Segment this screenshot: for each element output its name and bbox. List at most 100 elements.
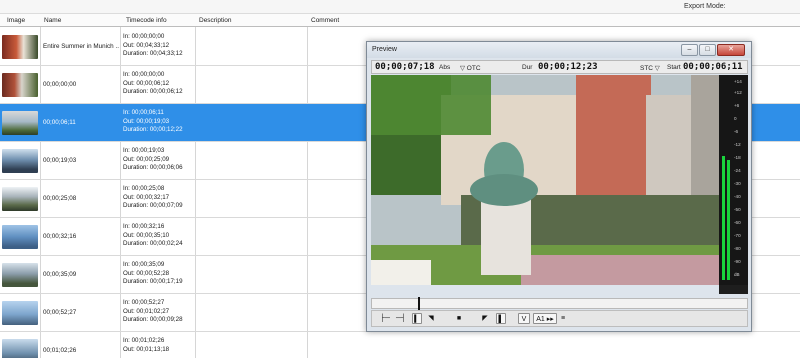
clip-thumbnail [2,149,38,173]
playhead[interactable] [418,297,420,310]
preview-controls: ├─ ─┤ ▍ ◥ ■ ◤ ▌ V A1 ▸▸ ≡ [371,310,748,327]
timecode-duration: Duration: 00;00;12;22 [123,126,183,134]
timecode-info: In: 00;00;32;16 Out: 00;00;35;10 Duratio… [123,223,183,249]
stop-icon[interactable]: ■ [454,313,464,324]
meter-channel-right [727,160,730,280]
table-header: Image Name Timecode info Description Com… [0,14,800,27]
set-in-point-icon[interactable]: ├─ [378,313,392,324]
column-header-comment[interactable]: Comment [311,17,339,24]
column-header-timecode[interactable]: Timecode info [126,17,167,24]
mark-in-small-icon[interactable]: ◥ [426,313,436,324]
clip-name: 00;00;25;08 [43,195,77,202]
timecode-out: Out: 00;00;32;17 [123,193,170,201]
set-out-point-icon[interactable]: ─┤ [394,313,408,324]
start-timecode: 00;00;06;11 [683,62,743,72]
column-header-image[interactable]: Image [7,17,25,24]
mark-out-small-icon[interactable]: ◤ [480,313,490,324]
clip-name: 00;00;52;27 [43,309,77,316]
preview-timeline[interactable] [371,297,748,310]
current-timecode: 00;00;07;18 [375,62,435,72]
clip-name: 00;00;35;09 [43,271,77,278]
timecode-out: Out: 00;01;13;18 [123,345,170,353]
timecode-in: In: 00;00;19;03 [123,147,165,154]
clip-thumbnail [2,187,38,211]
clip-thumbnail [2,301,38,325]
timecode-out: Out: 00;00;25;09 [123,155,170,163]
clip-thumbnail [2,225,38,249]
timecode-bar: 00;00;07;18 Abs ▽ OTC Dur 00;00;12;23 ST… [371,60,748,74]
clip-name: 00;00;32;16 [43,233,77,240]
clip-thumbnail [2,111,38,135]
meter-footer [719,285,748,294]
meter-label: -60 [734,220,741,225]
timecode-info: In: 00;00;25;08 Out: 00;00;32;17 Duratio… [123,185,183,211]
clip-name: 00;01;02;26 [43,347,77,354]
table-row[interactable]: 00;01;02;26 In: 00;01;02;26 Out: 00;01;1… [0,332,800,358]
timecode-duration: Duration: 00;00;09;28 [123,316,183,324]
audio-level-meter: +14 +12 +6 0 -6 -12 -18 -24 -30 -40 -50 … [719,75,748,285]
timecode-out: Out: 00;04;33;12 [123,41,170,49]
meter-label: dB [734,272,740,277]
preview-title: Preview [372,46,397,53]
close-button[interactable]: ✕ [717,44,745,56]
timecode-in: In: 00;00;06;11 [123,109,164,116]
meter-label: -12 [734,142,741,147]
preview-titlebar[interactable]: Preview – □ ✕ [367,42,751,58]
meter-label: -70 [734,233,741,238]
clip-thumbnail [2,339,38,358]
timecode-duration: Duration: 00;00;02;24 [123,240,183,248]
start-label: Start [667,64,681,71]
timecode-duration: Duration: 00;00;06;06 [123,164,183,172]
meter-label: +6 [734,103,740,108]
meter-label: +14 [734,79,742,84]
maximize-button[interactable]: □ [699,44,716,56]
clip-thumbnail [2,73,38,97]
timecode-info: In: 00;00;19;03 Out: 00;00;25;09 Duratio… [123,147,183,173]
timecode-in: In: 00;01;02;26 [123,337,165,344]
timecode-info: In: 00;00;52;27 Out: 00;01;02;27 Duratio… [123,299,183,325]
video-frame [371,75,719,285]
mark-out-icon[interactable]: ▌ [496,313,506,324]
meter-label: 0 [734,116,737,121]
meter-label: +12 [734,90,742,95]
timecode-info: In: 00;01;02;26 Out: 00;01;13;18 [123,337,169,354]
column-header-description[interactable]: Description [199,17,232,24]
clip-name: Entire Summer in Munich ... [43,43,119,50]
meter-label: -18 [734,155,741,160]
meter-label: -90 [734,259,741,264]
timecode-in: In: 00;00;52;27 [123,299,165,306]
meter-label: -50 [734,207,741,212]
timecode-duration: Duration: 00;00;07;09 [123,202,183,210]
abs-label: Abs [439,64,451,71]
column-header-name[interactable]: Name [44,17,61,24]
export-mode-label: Export Mode: [684,3,726,10]
clip-thumbnail [2,263,38,287]
minimize-button[interactable]: – [681,44,698,56]
video-track-toggle[interactable]: V [518,313,530,324]
timecode-info: In: 00;00;00;00 Out: 00;04;33;12 Duratio… [123,33,183,59]
duration-timecode: 00;00;12;23 [538,62,598,72]
timecode-info: In: 00;00;06;11 Out: 00;00;19;03 Duratio… [123,109,183,135]
mark-in-icon[interactable]: ▍ [412,313,422,324]
meter-label: -30 [734,181,741,186]
timecode-out: Out: 00;00;19;03 [123,117,170,125]
timecode-info: In: 00;00;35;09 Out: 00;00;52;28 Duratio… [123,261,183,287]
menu-icon[interactable]: ≡ [559,313,567,324]
timecode-out: Out: 00;01;02;27 [123,307,170,315]
meter-label: -6 [734,129,739,134]
clip-name: 00;00;00;00 [43,81,77,88]
timecode-in: In: 00;00;32;16 [123,223,165,230]
stc-dropdown[interactable]: STC ▽ [640,64,660,72]
timecode-in: In: 00;00;00;00 [123,71,165,78]
audio-track-toggle[interactable]: A1 ▸▸ [533,313,557,324]
timecode-out: Out: 00;00;35;10 [123,231,170,239]
otc-dropdown[interactable]: ▽ OTC [460,64,481,72]
timecode-in: In: 00;00;35;09 [123,261,165,268]
timecode-out: Out: 00;00;06;12 [123,79,170,87]
video-scene-image [371,75,719,285]
timecode-duration: Duration: 00;04;33;12 [123,50,183,58]
timecode-out: Out: 00;00;52;28 [123,269,170,277]
dur-label: Dur [522,64,533,71]
preview-window[interactable]: Preview – □ ✕ 00;00;07;18 Abs ▽ OTC Dur … [366,41,752,332]
clip-name: 00;00;06;11 [43,119,76,126]
